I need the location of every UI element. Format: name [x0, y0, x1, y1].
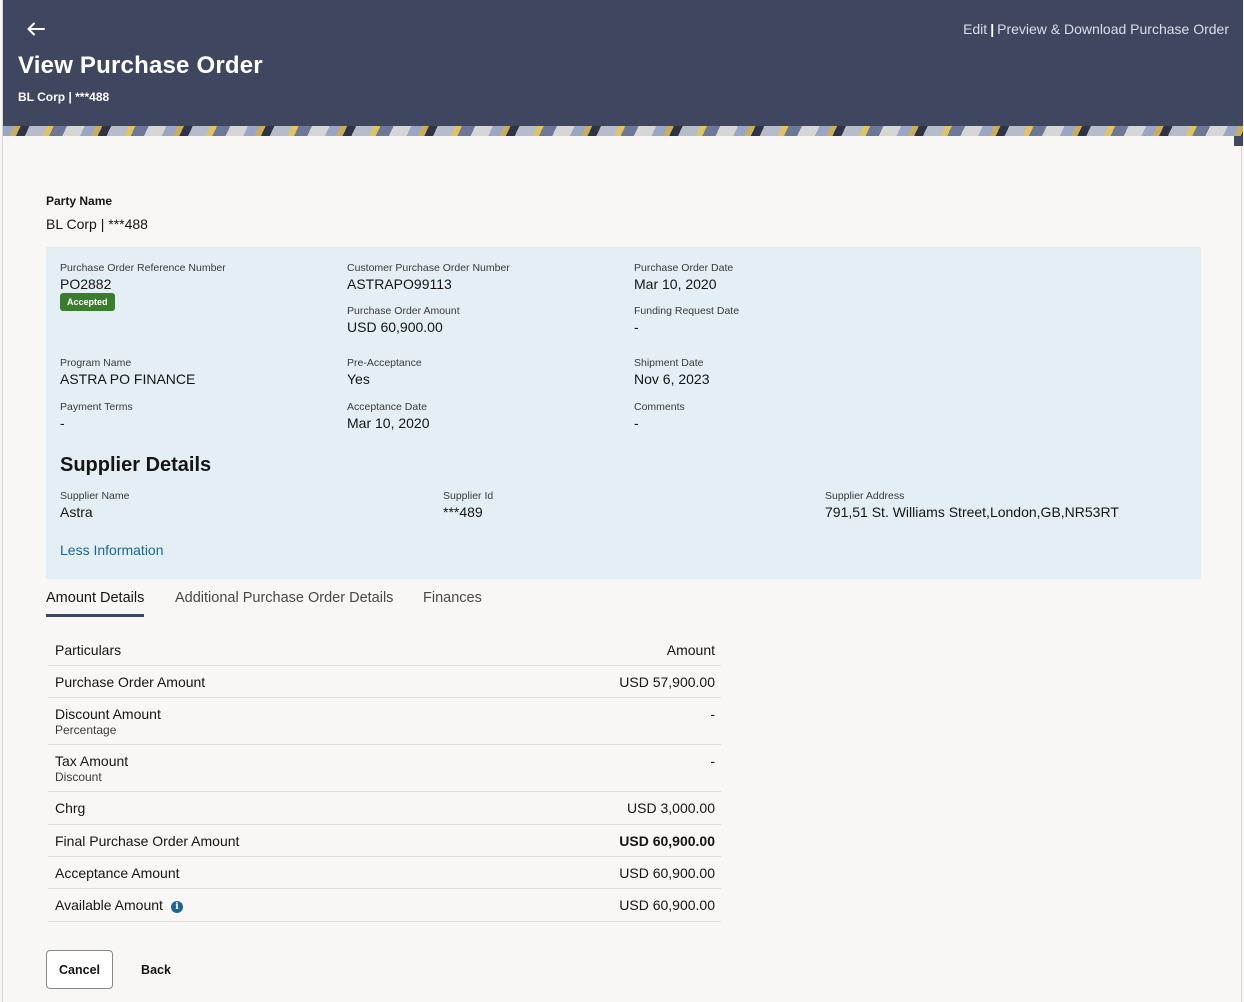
pre-acceptance-value: Yes	[347, 371, 370, 387]
table-row: Discount Amount Percentage -	[48, 698, 721, 745]
decorative-banner	[3, 126, 1243, 136]
supplier-address-value: 791,51 St. Williams Street,London,GB,NR5…	[825, 504, 1119, 520]
page-title: View Purchase Order	[18, 52, 263, 79]
row-particular-sub: Percentage	[55, 723, 117, 737]
funding-date-field: Funding Request Date -	[634, 305, 739, 335]
payment-terms-label: Payment Terms	[60, 401, 133, 413]
less-information-link[interactable]: Less Information	[60, 542, 164, 558]
back-arrow-icon[interactable]	[23, 16, 49, 42]
po-reference-value: PO2882	[60, 276, 112, 292]
page: View Purchase Order BL Corp | ***488 Edi…	[2, 0, 1243, 1002]
supplier-name-field: Supplier Name Astra	[60, 490, 129, 520]
shipment-date-value: Nov 6, 2023	[634, 371, 710, 387]
customer-po-value: ASTRAPO99113	[347, 276, 452, 292]
table-row: Available Amount i USD 60,900.00	[48, 889, 721, 922]
po-reference-field: Purchase Order Reference Number PO2882	[60, 262, 226, 292]
shipment-date-label: Shipment Date	[634, 357, 704, 369]
supplier-id-value: ***489	[443, 504, 483, 520]
row-particular: Final Purchase Order Amount	[55, 833, 240, 849]
table-row: Purchase Order Amount USD 57,900.00	[48, 666, 721, 698]
table-row: Chrg USD 3,000.00	[48, 792, 721, 825]
row-particular-cell: Available Amount i	[55, 897, 183, 913]
po-date-label: Purchase Order Date	[634, 262, 734, 274]
tab-additional-po-details[interactable]: Additional Purchase Order Details	[175, 590, 393, 614]
row-particular-cell: Tax Amount Discount	[55, 753, 128, 784]
table-row: Tax Amount Discount -	[48, 745, 721, 792]
supplier-address-field: Supplier Address 791,51 St. Williams Str…	[825, 490, 1119, 520]
payment-terms-value: -	[60, 415, 65, 431]
row-particular: Purchase Order Amount	[55, 674, 206, 690]
tab-finances[interactable]: Finances	[423, 590, 482, 614]
page-header: View Purchase Order BL Corp | ***488 Edi…	[3, 0, 1243, 126]
row-amount: USD 57,900.00	[619, 674, 715, 690]
po-date-field: Purchase Order Date Mar 10, 2020	[634, 262, 733, 292]
comments-value: -	[634, 415, 639, 431]
pre-acceptance-field: Pre-Acceptance Yes	[347, 357, 422, 387]
row-amount: USD 3,000.00	[627, 800, 715, 816]
party-name-label: Party Name	[46, 194, 113, 208]
supplier-details-heading: Supplier Details	[60, 454, 212, 476]
amount-details-table: Particulars Amount Purchase Order Amount…	[48, 634, 721, 922]
row-amount: USD 60,900.00	[619, 833, 715, 849]
customer-po-label: Customer Purchase Order Number	[347, 262, 510, 274]
shipment-date-field: Shipment Date Nov 6, 2023	[634, 357, 710, 387]
page-subtitle: BL Corp | ***488	[18, 90, 110, 104]
program-name-label: Program Name	[60, 357, 132, 369]
table-header-row: Particulars Amount	[48, 634, 721, 666]
row-particular: Available Amount	[55, 897, 163, 913]
funding-date-label: Funding Request Date	[634, 305, 740, 317]
row-amount: USD 60,900.00	[619, 865, 715, 881]
link-separator: |	[990, 21, 995, 37]
purchase-order-details-panel: Purchase Order Reference Number PO2882 A…	[46, 247, 1201, 579]
supplier-id-field: Supplier Id ***489	[443, 490, 493, 520]
po-amount-label: Purchase Order Amount	[347, 305, 460, 317]
row-particular: Tax Amount	[55, 753, 129, 769]
pre-acceptance-label: Pre-Acceptance	[347, 357, 422, 369]
amount-header: Amount	[666, 642, 715, 658]
supplier-name-label: Supplier Name	[60, 490, 130, 502]
acceptance-date-value: Mar 10, 2020	[347, 415, 430, 431]
row-particular-cell: Discount Amount Percentage	[55, 706, 161, 737]
acceptance-date-field: Acceptance Date Mar 10, 2020	[347, 401, 430, 431]
program-name-field: Program Name ASTRA PO FINANCE	[60, 357, 195, 387]
row-amount: USD 60,900.00	[619, 897, 715, 913]
party-name-value: BL Corp | ***488	[46, 216, 148, 232]
funding-date-value: -	[634, 319, 639, 335]
particulars-header: Particulars	[55, 642, 122, 658]
tab-amount-details[interactable]: Amount Details	[46, 590, 145, 617]
edit-link[interactable]: Edit	[963, 21, 987, 37]
payment-terms-field: Payment Terms -	[60, 401, 133, 431]
po-reference-label: Purchase Order Reference Number	[60, 262, 226, 274]
row-amount: -	[710, 706, 715, 722]
comments-field: Comments -	[634, 401, 685, 431]
supplier-address-label: Supplier Address	[825, 490, 905, 502]
supplier-name-value: Astra	[60, 504, 93, 520]
row-particular-sub: Discount	[55, 770, 102, 784]
supplier-id-label: Supplier Id	[443, 490, 494, 502]
header-links: Edit | Preview & Download Purchase Order	[963, 21, 1229, 37]
comments-label: Comments	[634, 401, 685, 413]
row-amount: -	[710, 753, 715, 769]
row-particular: Discount Amount	[55, 706, 161, 722]
row-particular: Chrg	[55, 800, 86, 816]
po-amount-value: USD 60,900.00	[347, 319, 443, 335]
table-row: Acceptance Amount USD 60,900.00	[48, 857, 721, 889]
row-particular: Acceptance Amount	[55, 865, 180, 881]
cancel-button[interactable]: Cancel	[46, 950, 113, 989]
po-amount-field: Purchase Order Amount USD 60,900.00	[347, 305, 460, 335]
decorative-corner	[1234, 136, 1243, 146]
preview-download-link[interactable]: Preview & Download Purchase Order	[997, 21, 1229, 37]
program-name-value: ASTRA PO FINANCE	[60, 371, 196, 387]
info-icon[interactable]: i	[170, 901, 183, 913]
po-date-value: Mar 10, 2020	[634, 276, 717, 292]
back-button[interactable]: Back	[131, 950, 181, 989]
status-badge: Accepted	[60, 293, 115, 311]
table-row: Final Purchase Order Amount USD 60,900.0…	[48, 825, 721, 857]
customer-po-field: Customer Purchase Order Number ASTRAPO99…	[347, 262, 510, 292]
acceptance-date-label: Acceptance Date	[347, 401, 427, 413]
